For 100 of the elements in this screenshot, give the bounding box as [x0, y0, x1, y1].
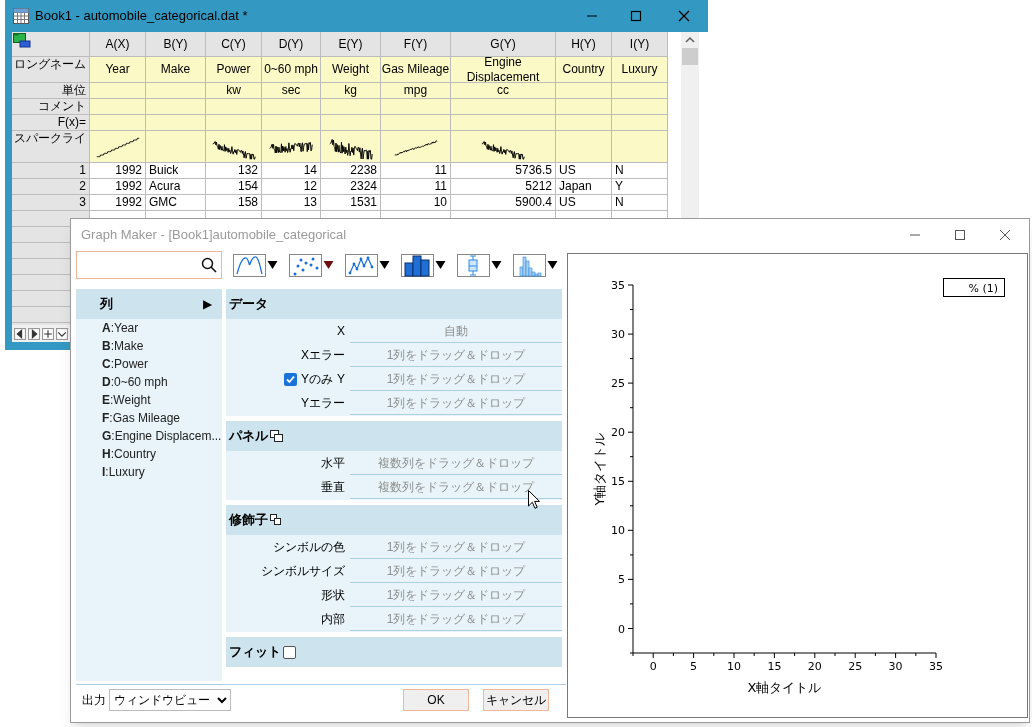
column-item[interactable]: C:Power: [76, 355, 222, 373]
workbook-icon: [13, 8, 29, 24]
tick-label: 20: [611, 426, 625, 440]
copy-icon[interactable]: [270, 514, 282, 526]
copy-icon[interactable]: [270, 429, 284, 443]
column-item[interactable]: I:Luxury: [76, 463, 222, 481]
close-icon[interactable]: [678, 10, 690, 22]
previous-sheet-icon[interactable]: [14, 327, 26, 340]
search-icon[interactable]: [201, 257, 217, 273]
column-header[interactable]: I(Y): [612, 32, 667, 56]
tick-label: 25: [848, 660, 863, 673]
expand-button[interactable]: ▶: [203, 295, 212, 313]
column-item[interactable]: E:Weight: [76, 391, 222, 409]
table-cell: 132: [206, 163, 261, 178]
column-header[interactable]: D(Y): [262, 32, 320, 56]
dialog-button[interactable]: キャンセル: [483, 689, 549, 711]
panel-header: 列: [100, 295, 114, 314]
column-header[interactable]: B(Y): [146, 32, 205, 56]
close-icon[interactable]: [999, 229, 1011, 241]
table-cell: Luxury: [612, 57, 667, 82]
sheet-menu-icon[interactable]: [56, 327, 68, 340]
maximize-icon[interactable]: [630, 10, 642, 22]
table-cell: 0~60 mph: [262, 57, 320, 82]
folder-icon[interactable]: [13, 33, 31, 48]
drop-field[interactable]: 複数列をドラッグ＆ドロップ: [350, 476, 562, 499]
table-cell: [321, 99, 380, 114]
axis-title: X軸タイトル: [747, 680, 822, 695]
column-header[interactable]: E(Y): [321, 32, 380, 56]
table-cell: 2324: [321, 179, 380, 194]
table-cell: GMC: [146, 195, 205, 210]
column-item[interactable]: G:Engine Displacem...: [76, 427, 222, 445]
table-cell: Acura: [146, 179, 205, 194]
column-header[interactable]: C(Y): [206, 32, 261, 56]
plot-type-button[interactable]: [401, 253, 446, 277]
table-cell: kw: [206, 83, 261, 98]
plot-type-button[interactable]: [289, 253, 334, 277]
tick-label: 20: [807, 660, 822, 673]
next-sheet-icon[interactable]: [28, 327, 40, 340]
table-cell: sec: [262, 83, 320, 98]
table-cell: 158: [206, 195, 261, 210]
table-cell: US: [556, 163, 611, 178]
tick-label: 30: [888, 660, 903, 673]
column-item[interactable]: A:Year: [76, 319, 222, 337]
field-label: シンボルの色: [273, 539, 345, 556]
column-item[interactable]: D:0~60 mph: [76, 373, 222, 391]
table-cell: N: [612, 163, 667, 178]
line-symbol-chart-icon: [345, 253, 378, 277]
field-label: シンボルサイズ: [261, 563, 345, 580]
column-header[interactable]: F(Y): [381, 32, 450, 56]
table-cell: 13: [262, 195, 320, 210]
table-cell: N: [612, 195, 667, 210]
column-item[interactable]: H:Country: [76, 445, 222, 463]
axis-title: Y軸タイトル: [592, 432, 607, 506]
histogram-icon: [513, 253, 546, 277]
drop-field[interactable]: 1列をドラッグ＆ドロップ: [350, 368, 562, 391]
plot-type-button[interactable]: [233, 253, 278, 277]
table-cell: 11: [381, 163, 450, 178]
window-title: Graph Maker - [Book1]automobile_categorical: [81, 226, 347, 245]
column-item[interactable]: B:Make: [76, 337, 222, 355]
drop-field[interactable]: 1列をドラッグ＆ドロップ: [350, 392, 562, 415]
output-select[interactable]: ウィンドウビュー: [109, 689, 231, 711]
maximize-icon[interactable]: [954, 229, 966, 241]
drop-field[interactable]: 複数列をドラッグ＆ドロップ: [350, 452, 562, 475]
column-header[interactable]: A(X): [90, 32, 145, 56]
table-cell: [556, 83, 611, 98]
checkbox[interactable]: [283, 372, 297, 386]
section-title: パネル: [229, 427, 268, 446]
plot-type-button[interactable]: [345, 253, 390, 277]
table-cell: 1531: [321, 195, 380, 210]
drop-field[interactable]: 1列をドラッグ＆ドロップ: [350, 536, 562, 559]
plot-type-button[interactable]: [513, 253, 558, 277]
column-item[interactable]: F:Gas Mileage: [76, 409, 222, 427]
table-cell: [556, 115, 611, 130]
table-cell: Japan: [556, 179, 611, 194]
table-cell: 10: [381, 195, 450, 210]
tick-label: 30: [611, 328, 625, 342]
output-label: 出力: [82, 692, 106, 709]
search-field[interactable]: [76, 251, 222, 279]
tick-label: 10: [611, 524, 625, 538]
checkbox[interactable]: [283, 645, 296, 659]
drop-field[interactable]: 1列をドラッグ＆ドロップ: [350, 560, 562, 583]
scroll-thumb[interactable]: [682, 48, 698, 65]
plot-type-button[interactable]: [457, 253, 502, 277]
table-cell: [90, 99, 145, 114]
column-header[interactable]: G(Y): [451, 32, 555, 56]
dialog-button[interactable]: OK: [403, 689, 469, 711]
drop-field[interactable]: 自動: [350, 320, 562, 343]
table-cell: 12: [262, 179, 320, 194]
field-label: 内部: [321, 611, 345, 628]
table-cell: 2238: [321, 163, 380, 178]
field-label: 形状: [321, 587, 345, 604]
column-header[interactable]: H(Y): [556, 32, 611, 56]
scrollbar[interactable]: [681, 32, 699, 218]
line-chart-icon: [233, 253, 266, 277]
drop-field[interactable]: 1列をドラッグ＆ドロップ: [350, 608, 562, 631]
drop-field[interactable]: 1列をドラッグ＆ドロップ: [350, 584, 562, 607]
table-cell: 1992: [90, 195, 145, 210]
drop-field[interactable]: 1列をドラッグ＆ドロップ: [350, 344, 562, 367]
add-sheet-icon[interactable]: [42, 327, 54, 340]
tick-label: 15: [767, 660, 782, 673]
